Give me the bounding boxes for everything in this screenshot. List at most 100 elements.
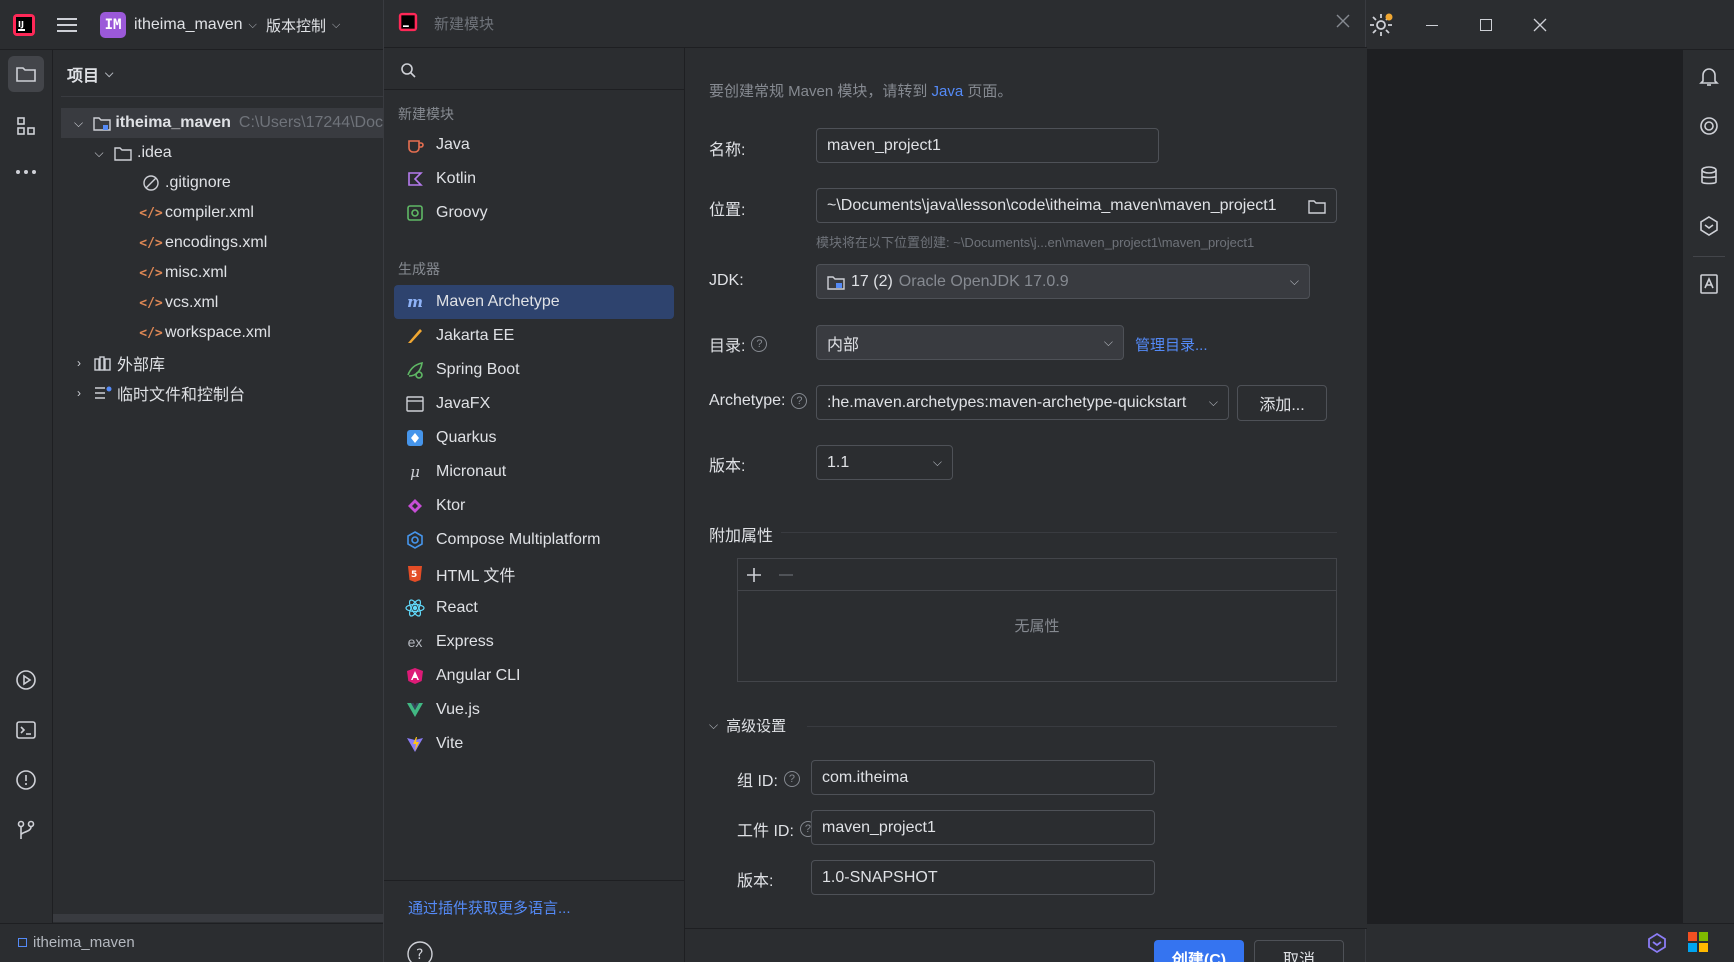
structure-icon[interactable] (8, 108, 44, 144)
jakarta-ee-icon (404, 325, 426, 347)
minimize-icon[interactable] (1424, 0, 1440, 50)
generator-item-vuejs[interactable]: Vue.js (394, 693, 674, 727)
tree-item-vcs-xml[interactable]: </> vcs.xml (139, 288, 218, 318)
generator-item-ktor[interactable]: Ktor (394, 489, 674, 523)
tree-item-idea[interactable]: ⌵ .idea (89, 138, 171, 168)
vcs-menu[interactable]: 版本控制 ⌵ (266, 0, 340, 50)
divider (1693, 256, 1725, 257)
xml-file-icon: </> (139, 295, 163, 311)
advanced-settings-toggle[interactable]: ⌵ 高级设置 (709, 715, 786, 736)
spring-boot-icon (404, 359, 426, 381)
version-label: 版本: (709, 458, 746, 475)
more-languages-link[interactable]: 通过插件获取更多语言... (408, 897, 571, 918)
ai-assistant-icon[interactable] (1691, 108, 1727, 144)
version-select[interactable]: 1.1 ⌵ (816, 445, 953, 480)
problems-icon[interactable] (8, 762, 44, 798)
tree-item-misc-xml[interactable]: </> misc.xml (139, 258, 228, 288)
svg-text:?: ? (416, 947, 423, 962)
horizontal-scrollbar[interactable] (53, 914, 383, 922)
close-dialog-icon[interactable] (1336, 14, 1350, 32)
manage-catalogs-link[interactable]: 管理目录... (1135, 334, 1208, 355)
more-tools-icon[interactable] (8, 154, 44, 190)
tree-item-compiler-xml[interactable]: </> compiler.xml (139, 198, 254, 228)
generator-item-quarkus[interactable]: Quarkus (394, 421, 674, 455)
generator-label: Compose Multiplatform (436, 531, 601, 548)
tree-label: misc.xml (165, 264, 228, 281)
settings-gear-icon[interactable] (1368, 0, 1394, 50)
tree-item-root[interactable]: ⌵ itheima_maven C:\Users\17244\Doc (61, 108, 383, 138)
close-window-icon[interactable] (1532, 0, 1548, 50)
generator-item-vite[interactable]: Vite (394, 727, 674, 761)
group-id-value: com.itheima (822, 768, 909, 786)
tree-item-workspace-xml[interactable]: </> workspace.xml (139, 318, 271, 348)
statusbar-project-label: itheima_maven (33, 934, 135, 951)
intellij-logo-icon[interactable]: IJ (12, 0, 36, 50)
generator-item-express[interactable]: ex Express (394, 625, 674, 659)
react-icon (404, 597, 426, 619)
jdk-name: Oracle OpenJDK 17.0.9 (898, 272, 1069, 290)
generator-item-jakarta-ee[interactable]: Jakarta EE (394, 319, 674, 353)
jdk-select[interactable]: 17 (2) Oracle OpenJDK 17.0.9 ⌵ (816, 264, 1310, 299)
extra-properties-label: 附加属性 (709, 528, 774, 545)
artifact-id-field[interactable]: maven_project1 (811, 810, 1155, 845)
java-page-link[interactable]: Java (932, 83, 964, 100)
group-id-field[interactable]: com.itheima (811, 760, 1155, 795)
create-button[interactable]: 创建(C) (1154, 940, 1244, 962)
database-icon[interactable] (1691, 158, 1727, 194)
language-item-kotlin[interactable]: Kotlin (394, 162, 674, 196)
catalog-select[interactable]: 内部 ⌵ (816, 325, 1124, 360)
translate-panel-icon[interactable] (1691, 266, 1727, 302)
git-branch-icon[interactable] (8, 812, 44, 848)
generator-item-javafx[interactable]: JavaFX (394, 387, 674, 421)
language-item-groovy[interactable]: Groovy (394, 196, 674, 230)
generator-item-html[interactable]: 5 HTML 文件 (394, 557, 674, 591)
browse-folder-icon[interactable] (1308, 198, 1326, 214)
notifications-bell-icon[interactable] (1691, 58, 1727, 94)
statusbar-project[interactable]: itheima_maven (18, 934, 135, 951)
terminal-icon[interactable] (8, 712, 44, 748)
adv-version-label: 版本: (737, 873, 774, 890)
help-circle-icon[interactable]: ? (406, 940, 434, 962)
remove-property-icon[interactable] (778, 567, 794, 583)
tree-item-external-libs[interactable]: › 外部库 (69, 348, 165, 378)
tree-item-scratches[interactable]: › 临时文件和控制台 (69, 378, 245, 408)
generator-item-compose-multiplatform[interactable]: Compose Multiplatform (394, 523, 674, 557)
help-question-icon[interactable]: ? (783, 771, 800, 787)
module-square-icon (18, 938, 27, 947)
add-archetype-button[interactable]: 添加... (1237, 385, 1327, 421)
search-icon (401, 63, 416, 78)
cancel-button[interactable]: 取消 (1254, 940, 1344, 962)
plugin-icon[interactable] (1691, 208, 1727, 244)
archetype-select[interactable]: :he.maven.archetypes:maven-archetype-qui… (816, 385, 1229, 420)
generator-search-field[interactable] (384, 48, 684, 90)
add-property-icon[interactable] (746, 567, 762, 583)
generator-item-angular-cli[interactable]: Angular CLI (394, 659, 674, 693)
generator-label: HTML 文件 (436, 568, 516, 585)
maven-icon: m (407, 293, 423, 311)
tree-item-gitignore[interactable]: .gitignore (141, 168, 231, 198)
help-question-icon[interactable]: ? (751, 336, 768, 352)
module-name-field[interactable]: maven_project1 (816, 128, 1159, 163)
run-icon[interactable] (8, 662, 44, 698)
tree-item-encodings-xml[interactable]: </> encodings.xml (139, 228, 267, 258)
project-panel: 项目 ⌵ ⌵ itheima_maven C:\Users\17244\Doc … (53, 50, 383, 923)
chevron-right-icon: › (77, 386, 81, 400)
project-selector[interactable]: IM itheima_maven ⌵ (100, 0, 257, 50)
artifact-id-label: 工件 ID: (737, 823, 794, 840)
generator-item-maven-archetype[interactable]: m Maven Archetype (394, 285, 674, 319)
generator-item-spring-boot[interactable]: Spring Boot (394, 353, 674, 387)
language-item-java[interactable]: Java (394, 128, 674, 162)
generator-item-micronaut[interactable]: μ Micronaut (394, 455, 674, 489)
plugin-status-icon[interactable] (1646, 932, 1668, 958)
location-field[interactable]: ~\Documents\java\lesson\code\itheima_mav… (816, 188, 1337, 223)
project-folder-icon[interactable] (8, 56, 44, 92)
adv-version-field[interactable]: 1.0-SNAPSHOT (811, 860, 1155, 895)
project-panel-header[interactable]: 项目 ⌵ (67, 62, 113, 86)
help-question-icon[interactable]: ? (791, 393, 808, 409)
main-menu-icon[interactable] (56, 0, 78, 50)
generator-item-react[interactable]: React (394, 591, 674, 625)
maximize-icon[interactable] (1478, 0, 1494, 50)
vue-icon (404, 699, 426, 721)
generators-category: 生成器 (398, 261, 440, 277)
no-properties-text: 无属性 (1014, 618, 1060, 635)
